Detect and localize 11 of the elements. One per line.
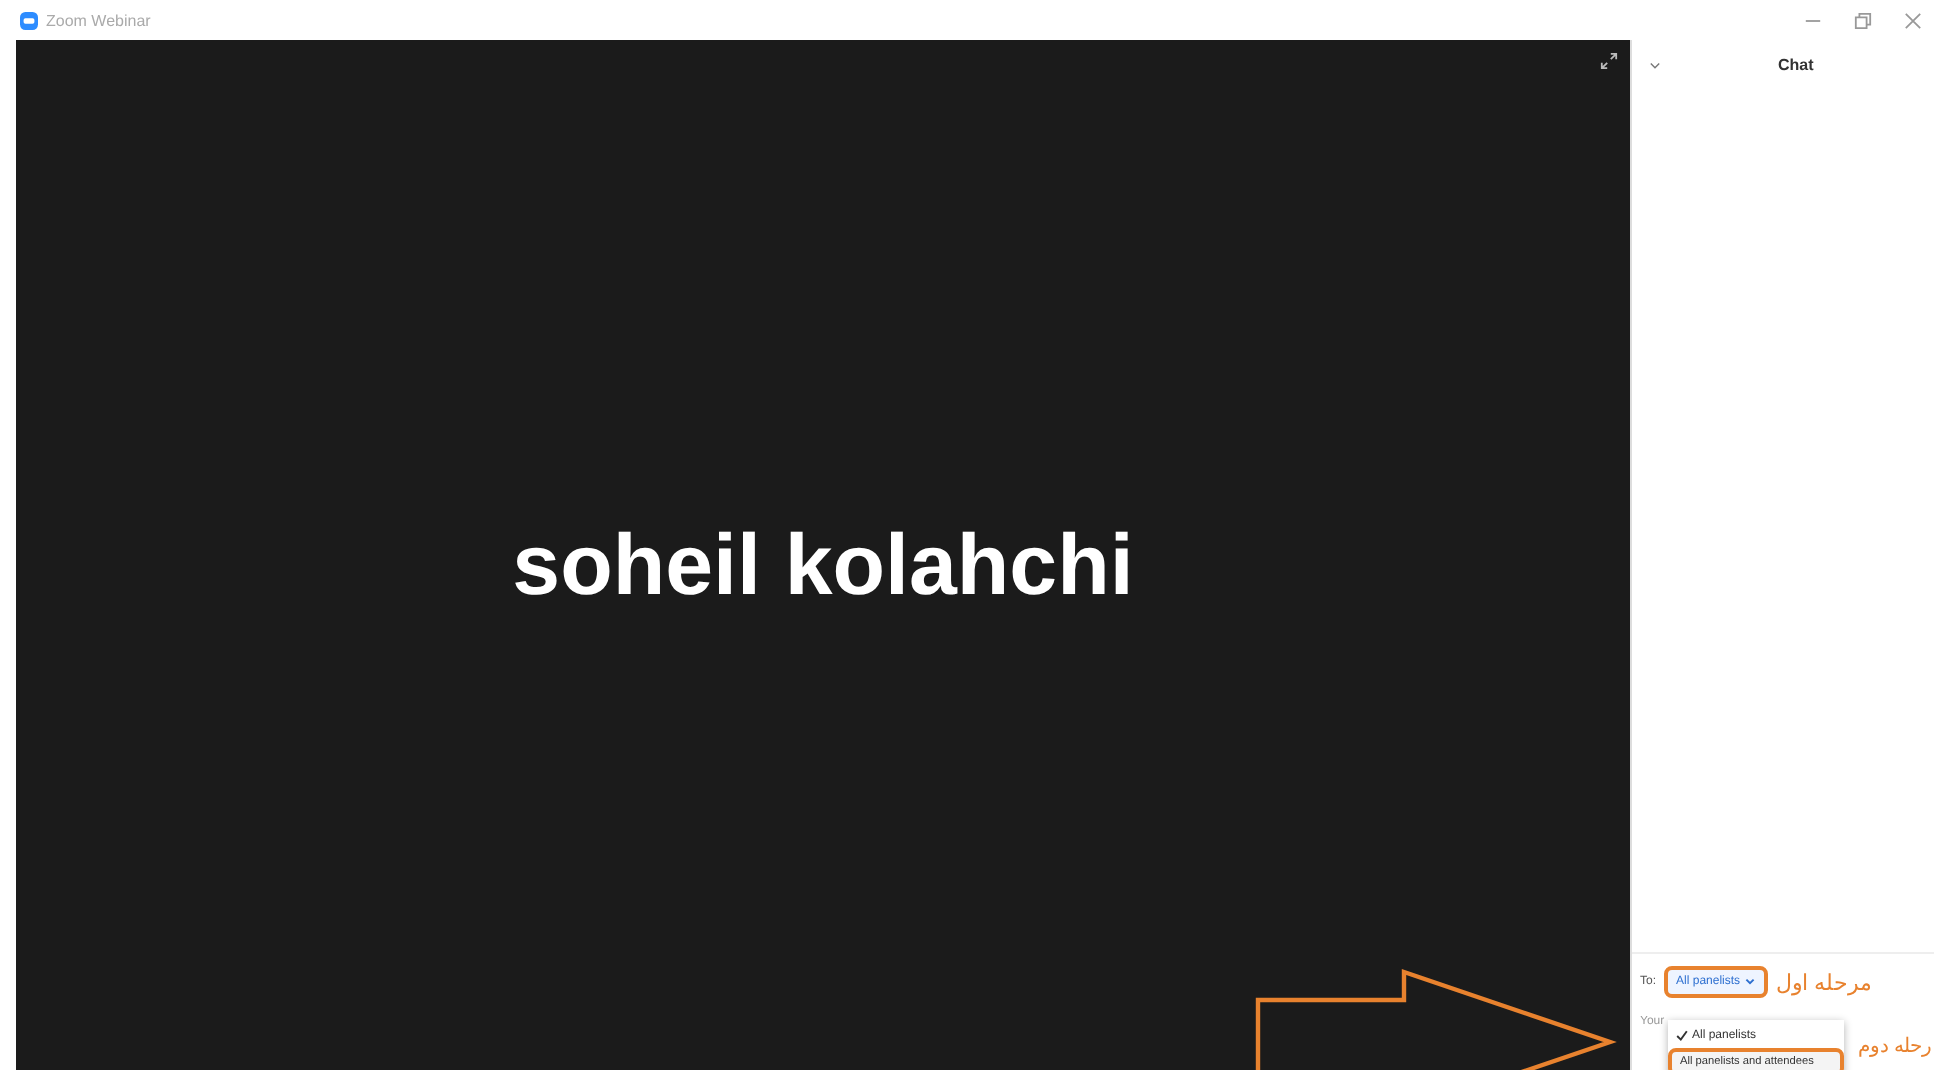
annotation-text: مرحله اول <box>1776 969 1873 995</box>
arrow-icon <box>1254 968 1614 1070</box>
fullscreen-icon[interactable] <box>1600 52 1618 70</box>
participant-name: soheil kolahchi <box>512 518 1134 616</box>
caret-icon[interactable] <box>1648 57 1662 71</box>
window-title: Zoom Webinar <box>46 11 151 29</box>
check-icon <box>1676 1030 1688 1042</box>
caret-icon <box>1744 976 1757 988</box>
chat-title: Chat <box>1778 55 1814 73</box>
app-logo-icon <box>20 11 38 29</box>
annotation-text: رحله دوم <box>1858 1034 1932 1058</box>
